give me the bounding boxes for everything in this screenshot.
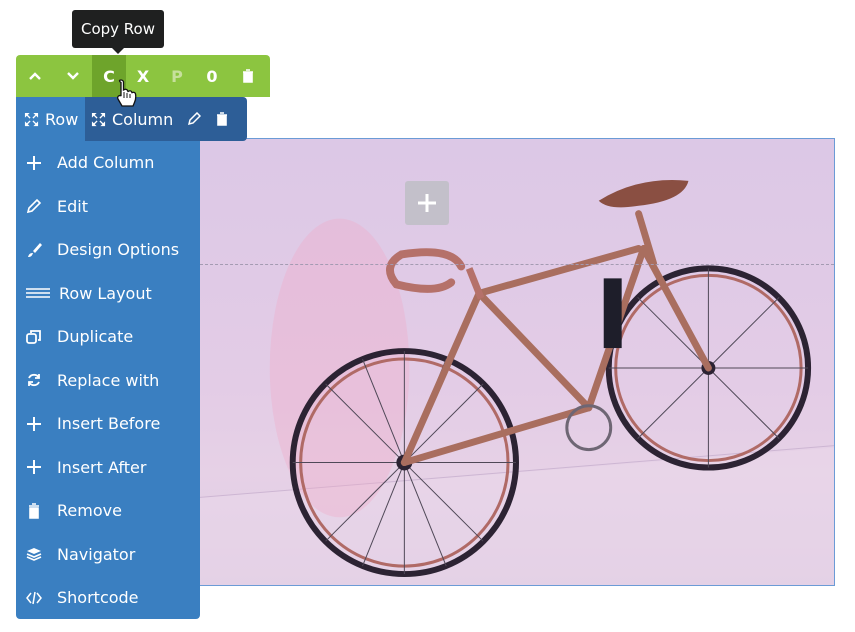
menu-item-label: Design Options: [57, 240, 180, 260]
add-element-button[interactable]: [405, 181, 449, 225]
menu-item-label: Shortcode: [57, 588, 139, 608]
menu-item-add-column[interactable]: Add Column: [16, 141, 200, 185]
move-down-button[interactable]: [54, 55, 92, 97]
menu-item-design-options[interactable]: Design Options: [16, 228, 200, 272]
plus-icon: [27, 155, 41, 170]
plus-icon: [27, 460, 41, 475]
menu-item-label: Duplicate: [57, 327, 134, 347]
menu-item-label: Insert Before: [57, 414, 161, 434]
menu-item-row-layout[interactable]: Row Layout: [16, 272, 200, 316]
menu-item-label: Remove: [57, 501, 122, 521]
hand-cursor-icon: [117, 79, 137, 107]
trash-icon[interactable]: [215, 112, 229, 126]
menu-item-insert-after[interactable]: Insert After: [16, 446, 200, 490]
refresh-icon: [28, 374, 40, 387]
code-icon: [26, 591, 42, 604]
menu-item-replace-with[interactable]: Replace with: [16, 359, 200, 403]
tooltip: Copy Row: [72, 10, 164, 54]
expand-icon: [24, 112, 39, 126]
menu-item-label: Edit: [57, 196, 88, 216]
expand-icon: [91, 112, 106, 126]
move-up-button[interactable]: [16, 55, 54, 97]
row-options-menu: Add Column Edit Design Options Row Layou…: [16, 141, 200, 619]
row-toolbar: C X P 0: [16, 55, 270, 97]
chevron-down-icon: [67, 72, 79, 80]
trash-icon: [29, 502, 39, 519]
plus-icon: [27, 416, 41, 431]
menu-item-label: Row Layout: [59, 283, 152, 303]
menu-item-label: Replace with: [57, 370, 160, 390]
menu-item-label: Insert After: [57, 457, 147, 477]
menu-item-label: Add Column: [57, 153, 155, 173]
row-canvas[interactable]: [199, 138, 835, 586]
menu-item-insert-before[interactable]: Insert Before: [16, 402, 200, 446]
tab-row[interactable]: Row: [16, 97, 85, 141]
menu-item-navigator[interactable]: Navigator: [16, 533, 200, 577]
plus-icon: [418, 194, 436, 212]
trash-icon: [243, 69, 253, 83]
tab-column[interactable]: Column: [85, 97, 247, 141]
lines-icon: [26, 288, 50, 299]
brush-icon: [28, 242, 42, 257]
bicycle-image: [200, 179, 834, 585]
clipboard-count: 0: [206, 66, 218, 86]
column-divider-line: [200, 264, 834, 265]
menu-item-remove[interactable]: Remove: [16, 489, 200, 533]
paste-row-button[interactable]: P: [160, 55, 194, 97]
pencil-icon: [26, 199, 42, 214]
delete-row-button[interactable]: [230, 55, 266, 97]
menu-item-label: Navigator: [57, 544, 136, 564]
menu-item-edit[interactable]: Edit: [16, 185, 200, 229]
tab-row-label: Row: [45, 109, 79, 129]
chevron-up-icon: [29, 72, 41, 80]
menu-item-shortcode[interactable]: Shortcode: [16, 576, 200, 620]
pencil-icon[interactable]: [187, 112, 202, 126]
tab-column-label: Column: [112, 109, 174, 129]
menu-item-duplicate[interactable]: Duplicate: [16, 315, 200, 359]
duplicate-icon: [26, 329, 41, 344]
layers-icon: [26, 548, 42, 562]
